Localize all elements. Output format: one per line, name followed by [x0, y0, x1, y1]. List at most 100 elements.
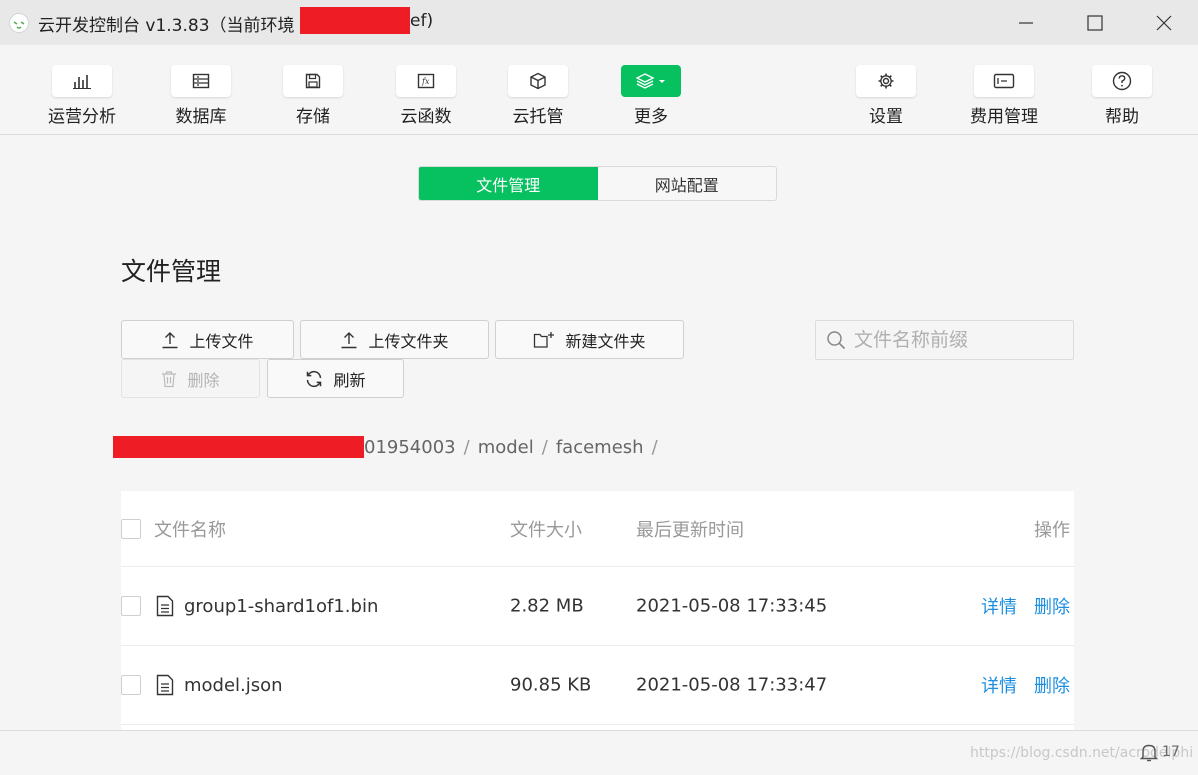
- table-row: model.json 90.85 KB 2021-05-08 17:33:47 …: [121, 646, 1074, 725]
- toolbar-item-storage[interactable]: 存储: [263, 65, 363, 127]
- toolbar-label: 更多: [634, 107, 668, 127]
- new-folder-label: 新建文件夹: [565, 331, 646, 351]
- toolbar-item-help[interactable]: 帮助: [1072, 65, 1172, 127]
- file-name[interactable]: model.json: [184, 675, 283, 696]
- table-header: 文件名称 文件大小 最后更新时间 操作: [121, 491, 1074, 567]
- breadcrumb-separator: /: [651, 436, 658, 458]
- tab-site-config[interactable]: 网站配置: [598, 167, 777, 200]
- database-icon: [192, 73, 210, 89]
- toolbar-label: 帮助: [1105, 107, 1139, 127]
- trash-icon: [162, 370, 177, 387]
- toolbar-item-analytics[interactable]: 运营分析: [32, 65, 132, 127]
- toolbar-label: 数据库: [175, 107, 227, 127]
- billing-icon: [993, 73, 1015, 89]
- svg-text:fx: fx: [421, 77, 430, 86]
- upload-file-button[interactable]: 上传文件: [121, 320, 294, 359]
- notification-count: 17: [1162, 744, 1180, 760]
- gear-icon: [878, 73, 894, 89]
- delete-link[interactable]: 删除: [1034, 672, 1070, 698]
- toolbar-label: 费用管理: [970, 107, 1038, 127]
- minimize-icon: [1019, 22, 1033, 24]
- window-title-suffix: ef): [410, 11, 434, 31]
- file-updated: 2021-05-08 17:33:45: [636, 595, 828, 617]
- toolbar-item-billing[interactable]: 费用管理: [954, 65, 1054, 127]
- minimize-button[interactable]: [1003, 8, 1049, 38]
- toolbar-item-more[interactable]: 更多: [601, 65, 701, 127]
- file-size: 90.85 KB: [510, 674, 592, 696]
- toolbar-item-cloudrun[interactable]: 云托管: [488, 65, 588, 127]
- page-title: 文件管理: [121, 257, 222, 286]
- maximize-button[interactable]: [1072, 8, 1118, 38]
- status-bar: https://blog.csdn.net/acrodelphi 17: [0, 730, 1198, 775]
- title-bar: 云开发控制台 v1.3.83（当前环境 ef): [0, 0, 1198, 45]
- search-box: [815, 320, 1074, 360]
- delete-button[interactable]: 删除: [121, 359, 260, 398]
- redaction-block: [113, 436, 364, 458]
- upload-folder-button[interactable]: 上传文件夹: [300, 320, 489, 359]
- main-content: 文件管理 网站配置 文件管理 上传文件 上传文件夹 新建文件夹 删除 刷新 01…: [0, 136, 1198, 730]
- detail-link[interactable]: 详情: [981, 593, 1017, 619]
- toolbar-label: 设置: [869, 107, 903, 127]
- bell-icon: [1140, 744, 1158, 762]
- notification-button[interactable]: 17: [1140, 742, 1180, 762]
- tab-file-manage[interactable]: 文件管理: [419, 167, 598, 200]
- toolbar-label: 存储: [296, 107, 330, 127]
- close-icon: [1156, 15, 1172, 31]
- help-icon: [1112, 71, 1132, 91]
- breadcrumb-item[interactable]: facemesh: [556, 437, 644, 458]
- row-checkbox[interactable]: [121, 675, 141, 695]
- header-updated: 最后更新时间: [636, 519, 744, 541]
- toolbar-item-settings[interactable]: 设置: [836, 65, 936, 127]
- file-name-cell: group1-shard1of1.bin: [156, 595, 378, 617]
- file-table: 文件名称 文件大小 最后更新时间 操作 group1-shard1of1.bin…: [121, 491, 1074, 730]
- file-size: 2.82 MB: [510, 595, 584, 617]
- maximize-icon: [1087, 15, 1103, 31]
- file-name-cell: model.json: [156, 674, 283, 696]
- upload-icon: [162, 331, 178, 348]
- breadcrumb-separator: /: [541, 436, 548, 458]
- table-row: group1-shard1of1.bin 2.82 MB 2021-05-08 …: [121, 567, 1074, 646]
- upload-folder-label: 上传文件夹: [368, 331, 449, 351]
- file-name[interactable]: group1-shard1of1.bin: [184, 596, 378, 617]
- layers-icon: [636, 73, 665, 89]
- breadcrumb: 01954003 / model / facemesh /: [113, 435, 666, 459]
- close-button[interactable]: [1141, 8, 1187, 38]
- bar-chart-icon: [73, 75, 91, 89]
- breadcrumb-item[interactable]: model: [478, 437, 534, 458]
- app-logo-icon: [9, 13, 29, 33]
- file-updated: 2021-05-08 17:33:47: [636, 674, 828, 696]
- breadcrumb-separator: /: [463, 436, 470, 458]
- upload-icon: [341, 331, 357, 348]
- redaction-block: [300, 7, 410, 34]
- breadcrumb-item[interactable]: 01954003: [364, 437, 456, 458]
- header-name: 文件名称: [154, 519, 226, 541]
- select-all-checkbox[interactable]: [121, 518, 141, 539]
- refresh-icon: [307, 370, 322, 387]
- row-checkbox[interactable]: [121, 596, 141, 616]
- toolbar-label: 云函数: [400, 107, 452, 127]
- toolbar-label: 云托管: [512, 107, 564, 127]
- window-title: 云开发控制台 v1.3.83（当前环境: [38, 16, 295, 36]
- function-icon: fx: [417, 73, 435, 89]
- toolbar-label: 运营分析: [48, 107, 116, 127]
- search-input[interactable]: [854, 329, 1054, 351]
- file-icon: [156, 674, 174, 696]
- delete-label: 删除: [187, 370, 220, 390]
- new-folder-icon: [534, 331, 555, 348]
- storage-icon: [305, 73, 321, 89]
- header-size: 文件大小: [510, 519, 582, 541]
- toolbar-item-functions[interactable]: fx 云函数: [376, 65, 476, 127]
- upload-file-label: 上传文件: [189, 331, 254, 351]
- cube-icon: [530, 72, 546, 90]
- search-icon: [827, 331, 846, 350]
- detail-link[interactable]: 详情: [981, 672, 1017, 698]
- delete-link[interactable]: 删除: [1034, 593, 1070, 619]
- new-folder-button[interactable]: 新建文件夹: [495, 320, 684, 359]
- refresh-button[interactable]: 刷新: [267, 359, 404, 398]
- file-icon: [156, 595, 174, 617]
- main-toolbar: 运营分析 数据库 存储 fx 云函数 云托管 更多 设置 费用管理 帮助: [0, 45, 1198, 135]
- toolbar-item-database[interactable]: 数据库: [151, 65, 251, 127]
- header-ops: 操作: [1034, 519, 1070, 541]
- refresh-label: 刷新: [333, 370, 366, 390]
- tab-switcher: 文件管理 网站配置: [418, 166, 777, 201]
